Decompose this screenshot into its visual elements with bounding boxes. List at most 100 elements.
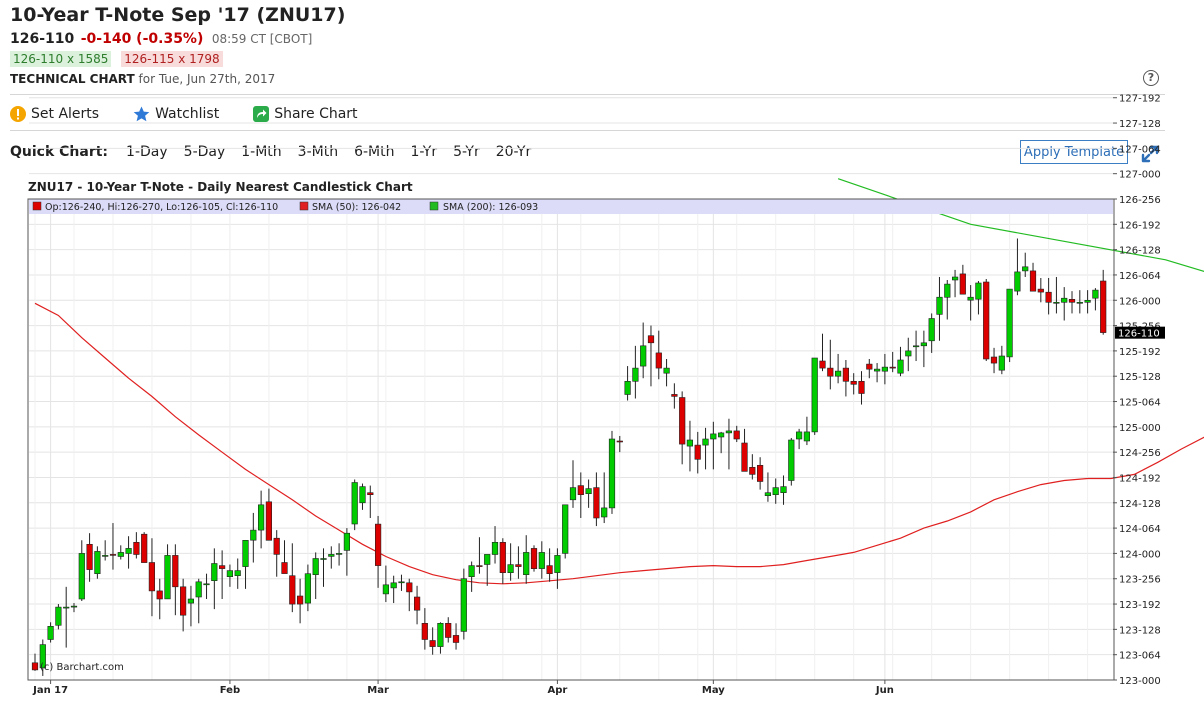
- candle-body: [944, 283, 951, 298]
- candle: [640, 322, 647, 379]
- candle-body: [141, 533, 148, 563]
- candle: [951, 269, 959, 298]
- candle-body: [725, 430, 732, 434]
- candle-body: [406, 582, 413, 593]
- y-tick-label: 127-000: [1119, 170, 1161, 181]
- y-tick-label: 124-256: [1119, 448, 1161, 459]
- candle-body: [133, 541, 140, 555]
- y-tick-label: 126-256: [1119, 195, 1161, 206]
- y-tick-label: 123-064: [1119, 651, 1161, 662]
- candle: [842, 360, 849, 397]
- candle-body: [788, 439, 795, 481]
- candle-body: [554, 555, 561, 573]
- candle-body: [452, 635, 460, 643]
- candle-body: [975, 282, 982, 300]
- candle-body: [328, 554, 335, 557]
- candle: [437, 622, 444, 654]
- candle-body: [289, 575, 296, 605]
- candle: [562, 504, 569, 559]
- candle-body: [351, 482, 358, 525]
- y-tick-label: 123-192: [1119, 600, 1161, 611]
- candle-body: [686, 439, 693, 447]
- candle: [343, 528, 351, 576]
- candle-body: [710, 433, 717, 440]
- candle-body: [1084, 299, 1091, 303]
- x-tick-label: Apr: [547, 685, 567, 696]
- candle: [928, 313, 935, 353]
- candle-body: [772, 487, 779, 496]
- candle-body: [546, 565, 553, 574]
- candle: [1076, 290, 1083, 314]
- y-tick-label: 125-064: [1119, 398, 1161, 409]
- candle-body: [624, 380, 631, 395]
- candle: [211, 548, 218, 610]
- candle-body: [219, 565, 226, 569]
- candle-body: [983, 281, 990, 360]
- y-tick-label: 127-064: [1119, 144, 1161, 155]
- candle: [873, 363, 881, 383]
- candle: [741, 428, 748, 472]
- candle-body: [102, 555, 109, 557]
- x-tick-label: May: [702, 685, 725, 696]
- candle: [733, 425, 740, 443]
- candle: [102, 540, 109, 561]
- x-tick-label: Jan 17: [32, 685, 68, 696]
- candle-body: [733, 430, 740, 440]
- candle: [367, 485, 374, 518]
- candle-body: [94, 551, 101, 575]
- candle-body: [265, 501, 273, 541]
- candle: [335, 543, 343, 566]
- x-tick-label: Jun: [875, 685, 894, 696]
- candle: [811, 357, 818, 435]
- candle-body: [507, 564, 514, 573]
- candle: [499, 538, 506, 584]
- candle: [273, 530, 280, 577]
- candle-body: [437, 622, 444, 647]
- candle-body: [211, 563, 218, 582]
- candle: [834, 353, 842, 384]
- candle: [889, 351, 896, 373]
- candle-body: [538, 552, 545, 569]
- y-tick-label: 124-064: [1119, 524, 1161, 535]
- candles-layer: [31, 238, 1107, 676]
- candle: [647, 325, 655, 387]
- y-tick-label: 124-128: [1119, 499, 1161, 510]
- candle: [717, 431, 725, 454]
- y-tick-label: 123-000: [1119, 676, 1161, 687]
- candle-body: [86, 543, 93, 570]
- candle: [47, 622, 54, 643]
- candle-body: [803, 431, 810, 442]
- candle-body: [421, 622, 428, 640]
- y-tick-label: 126-128: [1119, 246, 1161, 257]
- candle: [530, 545, 538, 572]
- candle: [983, 278, 990, 362]
- candle-body: [951, 276, 959, 281]
- candle-body: [515, 564, 522, 567]
- candle-body: [608, 438, 616, 509]
- candle-body: [234, 570, 241, 576]
- last-price-marker: 126-110: [1115, 326, 1165, 340]
- candle-body: [1076, 301, 1083, 304]
- candle-body: [585, 488, 592, 495]
- candle: [1014, 238, 1021, 296]
- candle-body: [702, 438, 709, 446]
- candle: [1006, 288, 1013, 363]
- candle-body: [320, 558, 327, 560]
- candle: [117, 545, 124, 560]
- candle: [959, 264, 966, 295]
- candle: [523, 535, 530, 584]
- candle-body: [819, 360, 826, 369]
- y-tick-label: 127-128: [1119, 119, 1161, 130]
- candle: [772, 478, 779, 504]
- candle-body: [827, 367, 834, 377]
- candle: [203, 573, 210, 599]
- candle: [663, 358, 670, 387]
- candle: [881, 353, 888, 385]
- candle: [476, 537, 483, 574]
- candle-body: [257, 504, 265, 531]
- candle: [31, 653, 39, 671]
- chart-title: ZNU17 - 10-Year T-Note - Daily Nearest C…: [28, 180, 413, 194]
- candle: [312, 552, 319, 599]
- candle-body: [616, 440, 623, 443]
- candle-body: [811, 357, 818, 433]
